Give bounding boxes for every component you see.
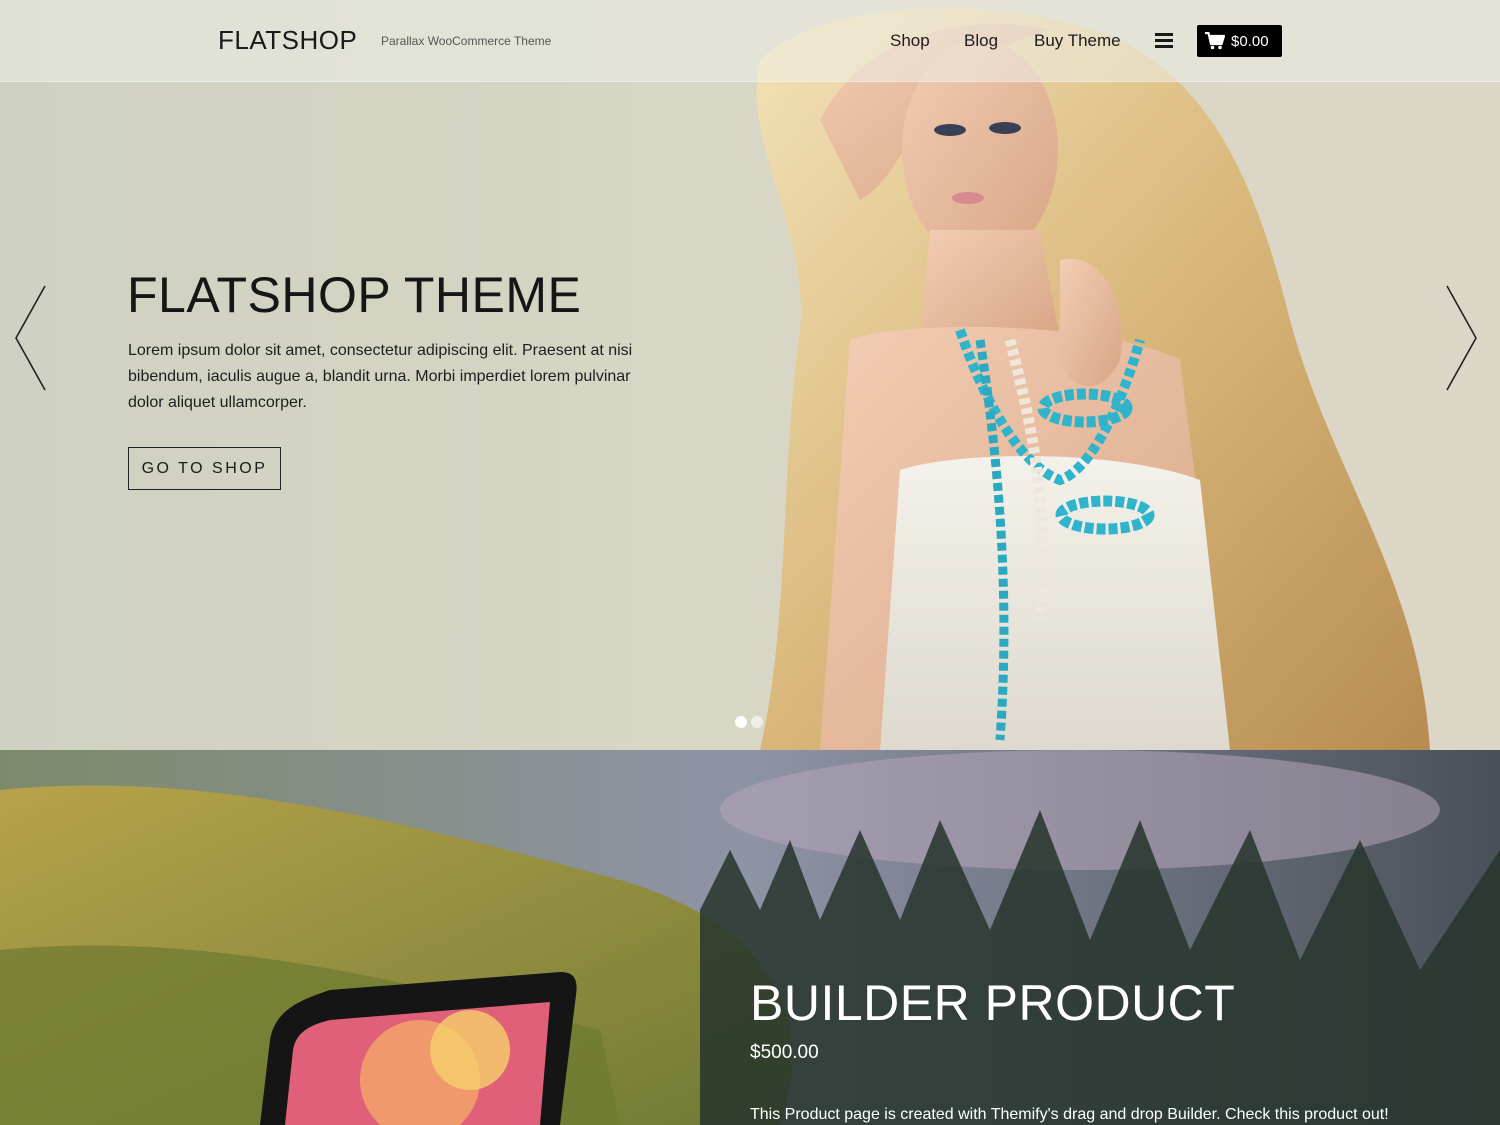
slider-pagination [735,716,767,728]
cart-button[interactable]: $0.00 [1197,25,1282,57]
slider-dot-1[interactable] [735,716,747,728]
slider-dot-2[interactable] [751,716,763,728]
hero-slider: FLATSHOP THEME Lorem ipsum dolor sit ame… [0,0,1500,750]
cart-total: $0.00 [1231,32,1269,50]
product-description: This Product page is created with Themif… [750,1106,1389,1123]
shopping-cart-icon [1205,32,1225,50]
go-to-shop-button[interactable]: GO TO SHOP [128,447,281,490]
chevron-left-icon[interactable] [13,284,47,392]
site-header: FLATSHOP Parallax WooCommerce Theme Shop… [0,0,1500,82]
featured-product-section: BUILDER PRODUCT $500.00 This Product pag… [0,750,1500,1125]
hamburger-icon[interactable] [1155,33,1173,49]
nav-item-shop[interactable]: Shop [890,31,930,51]
chevron-right-icon[interactable] [1445,284,1479,392]
landscape-background [0,750,1500,1125]
product-title[interactable]: BUILDER PRODUCT [750,974,1235,1032]
nav-item-buy-theme[interactable]: Buy Theme [1034,31,1121,51]
product-price: $500.00 [750,1042,819,1063]
nav-item-blog[interactable]: Blog [964,31,998,51]
slide-title: FLATSHOP THEME [127,267,582,323]
slide-description: Lorem ipsum dolor sit amet, consectetur … [128,342,633,411]
